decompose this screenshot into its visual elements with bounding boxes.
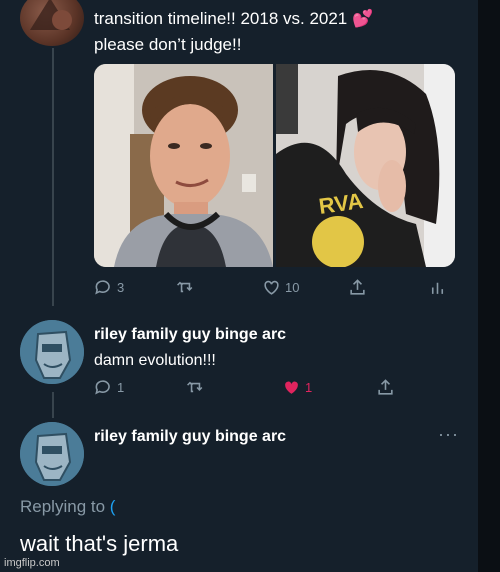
retweet-icon [187,381,203,393]
retweet-icon [177,281,193,293]
window-edge [478,0,500,572]
reply-text: damn evolution!!! [94,352,216,369]
photo-2018[interactable] [94,64,273,267]
comment-icon [95,380,110,395]
thread-line [52,392,54,418]
heart-filled-icon [285,381,298,394]
replying-to: Replying to ( [20,497,115,517]
focused-tweet[interactable]: riley family guy binge arc ··· [20,422,490,486]
share-button[interactable] [348,278,367,297]
retweet-button[interactable] [186,378,205,397]
tweet-author-avatar[interactable] [20,0,84,46]
analytics-button[interactable] [428,278,447,297]
retweet-button[interactable] [176,278,195,297]
share-button[interactable] [376,378,395,397]
reply-button[interactable]: 3 [94,278,124,297]
reply-count: 3 [117,280,125,295]
watermark: imgflip.com [4,557,60,569]
reply-author-avatar[interactable] [20,320,84,384]
like-button[interactable]: 1 [282,378,312,397]
reply-author-name[interactable]: riley family guy binge arc [94,326,286,344]
comment-icon [95,280,110,295]
like-button[interactable]: 10 [262,278,299,297]
photo-2021[interactable]: RVA [276,64,455,267]
reply-count: 1 [117,380,125,395]
heart-icon [264,280,279,295]
like-count: 1 [305,380,313,395]
thread-line [52,48,54,306]
tweet-media[interactable]: RVA [94,64,455,267]
reply-actions: 1 1 [94,378,454,400]
tweet-actions: 3 10 [94,278,454,300]
reply-button[interactable]: 1 [94,378,124,397]
share-icon [378,379,393,395]
tweet-text-line: transition timeline!! 2018 vs. 2021 💕 [94,9,374,28]
share-icon [350,279,365,295]
replying-label: Replying to [20,497,106,516]
tweet-text-line: please don’t judge!! [94,35,242,54]
tweet-text: transition timeline!! 2018 vs. 2021 💕 pl… [94,6,464,58]
analytics-icon [431,282,444,294]
like-count: 10 [285,280,300,295]
tweet-body-text: wait that's jerma [20,531,179,556]
replying-handle[interactable]: ( [110,497,116,516]
reply-author-name[interactable]: riley family guy binge arc [94,428,286,446]
more-options-icon[interactable]: ··· [438,424,459,445]
reply-author-avatar[interactable] [20,422,84,486]
